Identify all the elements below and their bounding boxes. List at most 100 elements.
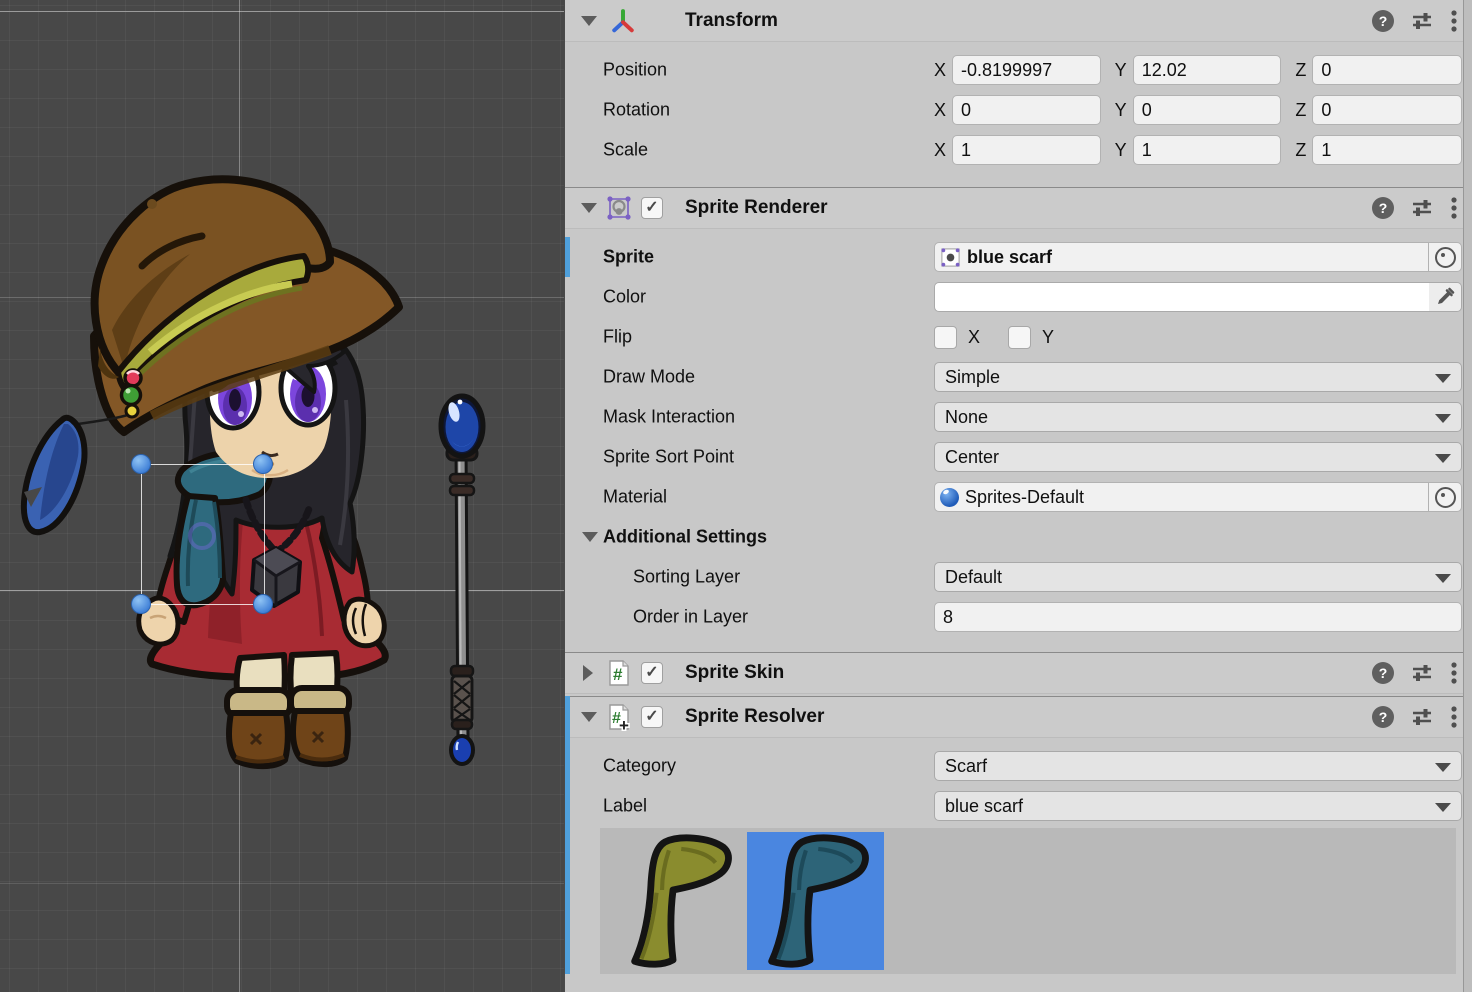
transform-body: Position X -0.8199997 Y 12.02 Z 0 bbox=[565, 50, 1472, 170]
additional-settings-row[interactable]: Additional Settings bbox=[565, 517, 1472, 557]
position-x-field[interactable]: -0.8199997 bbox=[952, 55, 1101, 85]
flip-y-label: Y bbox=[1042, 327, 1054, 348]
eyedropper-button[interactable] bbox=[1429, 283, 1461, 311]
axis-z-label: Z bbox=[1295, 140, 1306, 161]
sprite-resolver-body: Category Scarf Label blue scarf bbox=[565, 746, 1472, 826]
axis-y-label: Y bbox=[1115, 100, 1127, 121]
script-icon: # bbox=[605, 659, 633, 687]
sprite-resolver-title: Sprite Resolver bbox=[685, 706, 824, 728]
foldout-transform[interactable] bbox=[581, 16, 597, 26]
chevron-down-icon bbox=[1435, 454, 1451, 463]
sprite-resolver-header[interactable]: # + ✓ Sprite Resolver ? bbox=[565, 696, 1472, 738]
position-z-field[interactable]: 0 bbox=[1312, 55, 1462, 85]
rotation-x-field[interactable]: 0 bbox=[952, 95, 1101, 125]
scale-z-field[interactable]: 1 bbox=[1312, 135, 1462, 165]
rotation-z-field[interactable]: 0 bbox=[1312, 95, 1462, 125]
sprite-renderer-enabled-checkbox[interactable]: ✓ bbox=[641, 197, 663, 219]
sprite-skin-header[interactable]: # ✓ Sprite Skin ? bbox=[565, 652, 1472, 694]
sorting-layer-row: Sorting Layer Default bbox=[565, 557, 1472, 597]
eyedropper-icon bbox=[1435, 287, 1455, 307]
position-label: Position bbox=[603, 60, 667, 81]
rotation-label: Rotation bbox=[603, 100, 670, 121]
foldout-sprite-renderer[interactable] bbox=[581, 203, 597, 213]
presets-icon[interactable] bbox=[1410, 197, 1434, 219]
scale-x-field[interactable]: 1 bbox=[952, 135, 1101, 165]
sprite-sort-point-label: Sprite Sort Point bbox=[603, 447, 734, 468]
color-row: Color bbox=[565, 277, 1472, 317]
flip-row: Flip X Y bbox=[565, 317, 1472, 357]
scale-label: Scale bbox=[603, 140, 648, 161]
sprite-object-field[interactable]: blue scarf bbox=[934, 242, 1462, 272]
label-label: Label bbox=[603, 796, 647, 817]
mask-interaction-dropdown[interactable]: None bbox=[934, 402, 1462, 432]
help-icon[interactable]: ? bbox=[1372, 706, 1394, 728]
inspector-panel: Transform ? Position X -0.81 bbox=[564, 0, 1472, 992]
chevron-down-icon bbox=[1435, 763, 1451, 772]
draw-mode-label: Draw Mode bbox=[603, 367, 695, 388]
mask-interaction-row: Mask Interaction None bbox=[565, 397, 1472, 437]
sprite-resolver-enabled-checkbox[interactable]: ✓ bbox=[641, 706, 663, 728]
sprite-sort-point-dropdown[interactable]: Center bbox=[934, 442, 1462, 472]
transform-header[interactable]: Transform ? bbox=[565, 0, 1472, 42]
blue-scarf-thumbnail bbox=[747, 832, 884, 970]
label-dropdown[interactable]: blue scarf bbox=[934, 791, 1462, 821]
help-icon[interactable]: ? bbox=[1372, 662, 1394, 684]
foldout-additional-settings[interactable] bbox=[582, 532, 598, 542]
chevron-down-icon bbox=[1435, 803, 1451, 812]
selection-handle-top-left[interactable] bbox=[131, 454, 151, 474]
flip-x-checkbox[interactable] bbox=[934, 326, 957, 349]
feather-charm bbox=[24, 370, 141, 532]
foldout-sprite-resolver[interactable] bbox=[581, 712, 597, 722]
position-y-field[interactable]: 12.02 bbox=[1133, 55, 1282, 85]
context-menu-icon[interactable] bbox=[1450, 661, 1458, 685]
context-menu-icon[interactable] bbox=[1450, 705, 1458, 729]
scene-view[interactable] bbox=[0, 0, 564, 992]
draw-mode-dropdown[interactable]: Simple bbox=[934, 362, 1462, 392]
presets-icon[interactable] bbox=[1410, 662, 1434, 684]
override-indicator-resolver bbox=[565, 696, 570, 974]
sprite-value: blue scarf bbox=[967, 247, 1052, 268]
scale-y-field[interactable]: 1 bbox=[1133, 135, 1282, 165]
selection-handle-top-right[interactable] bbox=[253, 454, 273, 474]
sprite-object-picker[interactable] bbox=[1428, 243, 1461, 271]
color-field[interactable] bbox=[934, 282, 1462, 312]
sprite-row: Sprite blue scarf bbox=[565, 237, 1472, 277]
material-row: Material Sprites-Default bbox=[565, 477, 1472, 517]
sorting-layer-dropdown[interactable]: Default bbox=[934, 562, 1462, 592]
sprite-renderer-header[interactable]: ✓ Sprite Renderer ? bbox=[565, 187, 1472, 229]
context-menu-icon[interactable] bbox=[1450, 9, 1458, 33]
material-object-picker[interactable] bbox=[1428, 483, 1461, 511]
rotation-row: Rotation X 0 Y 0 Z 0 bbox=[565, 90, 1472, 130]
sprite-variant-green-scarf[interactable] bbox=[610, 832, 747, 970]
foldout-sprite-skin[interactable] bbox=[583, 665, 593, 681]
color-swatch[interactable] bbox=[935, 283, 1429, 311]
help-icon[interactable]: ? bbox=[1372, 197, 1394, 219]
axis-x-label: X bbox=[934, 100, 946, 121]
sprite-pivot-handle[interactable] bbox=[188, 522, 216, 550]
context-menu-icon[interactable] bbox=[1450, 196, 1458, 220]
category-dropdown[interactable]: Scarf bbox=[934, 751, 1462, 781]
order-in-layer-row: Order in Layer 8 bbox=[565, 597, 1472, 637]
selection-handle-bottom-left[interactable] bbox=[131, 594, 151, 614]
selection-handle-bottom-right[interactable] bbox=[253, 594, 273, 614]
presets-icon[interactable] bbox=[1410, 10, 1434, 32]
order-in-layer-field[interactable]: 8 bbox=[934, 602, 1462, 632]
color-label: Color bbox=[603, 287, 646, 308]
help-icon[interactable]: ? bbox=[1372, 10, 1394, 32]
draw-mode-row: Draw Mode Simple bbox=[565, 357, 1472, 397]
rotation-y-field[interactable]: 0 bbox=[1133, 95, 1282, 125]
category-label: Category bbox=[603, 756, 676, 777]
inspector-scrollbar[interactable] bbox=[1463, 0, 1472, 992]
material-label: Material bbox=[603, 487, 667, 508]
sprite-label: Sprite bbox=[603, 247, 654, 268]
label-row: Label blue scarf bbox=[565, 786, 1472, 826]
sprite-variant-blue-scarf[interactable] bbox=[747, 832, 884, 970]
sprite-mini-icon bbox=[940, 247, 961, 268]
presets-icon[interactable] bbox=[1410, 706, 1434, 728]
sprite-skin-enabled-checkbox[interactable]: ✓ bbox=[641, 662, 663, 684]
category-row: Category Scarf bbox=[565, 746, 1472, 786]
axis-z-label: Z bbox=[1295, 100, 1306, 121]
additional-settings-label: Additional Settings bbox=[603, 527, 767, 548]
flip-y-checkbox[interactable] bbox=[1008, 326, 1031, 349]
material-object-field[interactable]: Sprites-Default bbox=[934, 482, 1462, 512]
